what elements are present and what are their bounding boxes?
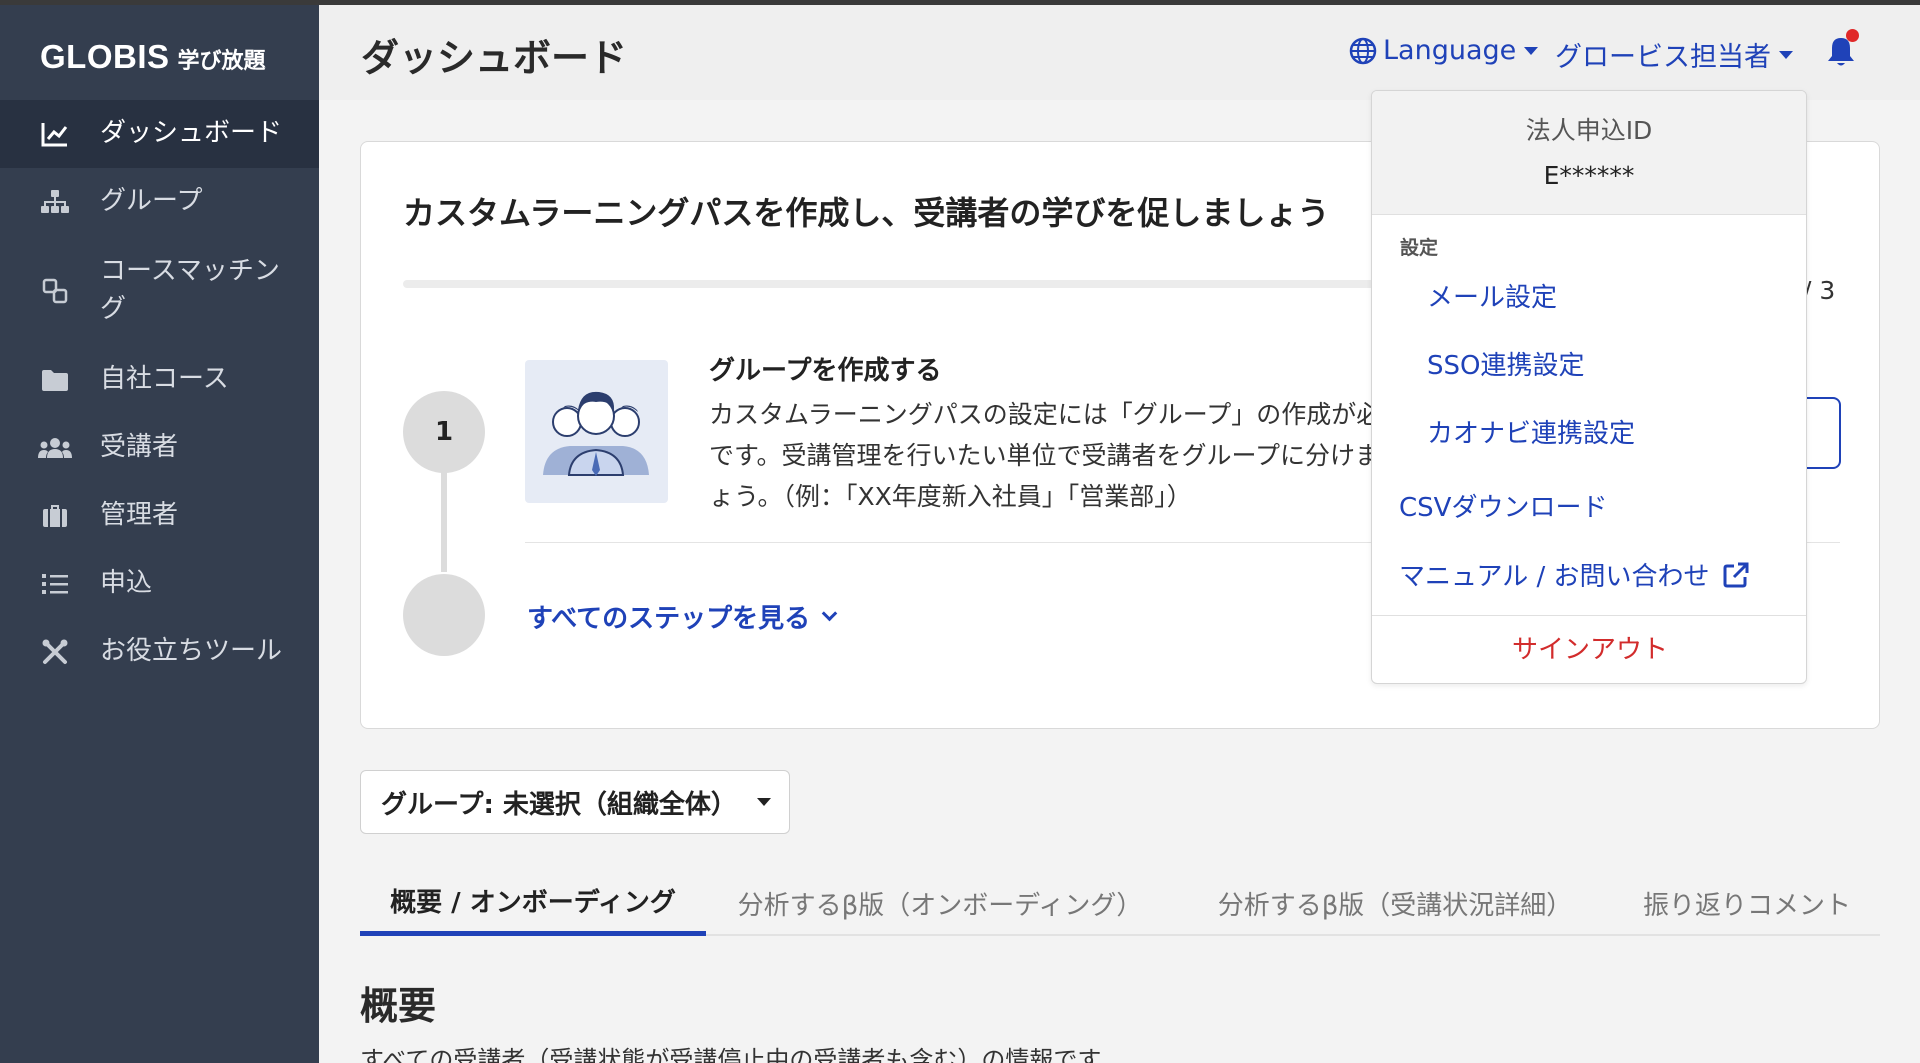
- tab-analyze-details[interactable]: 分析するβ版（受講状況詳細）: [1190, 870, 1600, 936]
- page-title: ダッシュボード: [361, 36, 628, 80]
- see-all-steps-link[interactable]: すべてのステップを見る: [527, 598, 838, 635]
- tab-reflection-comments[interactable]: 振り返りコメント: [1622, 870, 1872, 936]
- briefcase-icon: [38, 499, 72, 533]
- sitemap-icon: [38, 185, 72, 219]
- users-icon: [38, 431, 72, 465]
- sidebar-nav: ダッシュボード グループ コースマッチング 自社コース 受講者 管理者 申込 お…: [0, 100, 319, 686]
- window-top-border: [0, 0, 1920, 5]
- sidebar-item-label: お役立ちツール: [100, 636, 283, 667]
- step-title: グループを作成する: [709, 356, 942, 386]
- group-select-label: グループ: 未選択（組織全体）: [381, 789, 737, 820]
- sidebar-item-label: ダッシュボード: [100, 118, 283, 149]
- user-menu[interactable]: グロービス担当者: [1555, 35, 1793, 74]
- step-description: カスタムラーニングパスの設定には「グループ」の作成が必要です。受講管理を行いたい…: [709, 400, 1407, 511]
- see-all-label: すべてのステップを見る: [527, 604, 811, 634]
- dashboard-tabs: 概要 / オンボーディング 分析するβ版（オンボーディング） 分析するβ版（受講…: [360, 870, 1880, 936]
- caret-down-icon: [1524, 46, 1539, 55]
- sidebar-item-admins[interactable]: 管理者: [0, 482, 319, 550]
- sidebar-item-label: 受講者: [100, 432, 179, 463]
- sidebar-item-dashboard[interactable]: ダッシュボード: [0, 100, 319, 168]
- sidebar-item-groups[interactable]: グループ: [0, 168, 319, 236]
- caret-down-icon: [756, 798, 771, 806]
- sidebar-item-label: グループ: [100, 186, 203, 217]
- sidebar-item-label: 申込: [100, 568, 153, 599]
- sidebar-item-course-matching[interactable]: コースマッチング: [0, 236, 319, 346]
- language-menu[interactable]: Language: [1349, 35, 1539, 66]
- menu-sso-settings[interactable]: SSO連携設定: [1427, 345, 1584, 382]
- sidebar-item-label: 自社コース: [100, 364, 229, 395]
- language-label: Language: [1383, 35, 1517, 66]
- card-title: カスタムラーニングパスを作成し、受講者の学びを促しましょう: [403, 194, 1330, 232]
- tools-icon: [38, 635, 72, 669]
- corporate-id-label: 法人申込ID: [1525, 116, 1653, 145]
- group-illustration: [525, 360, 668, 503]
- sidebar-item-learners[interactable]: 受講者: [0, 414, 319, 482]
- tab-analyze-onboarding[interactable]: 分析するβ版（オンボーディング）: [720, 870, 1160, 936]
- sidebar-item-own-courses[interactable]: 自社コース: [0, 346, 319, 414]
- tab-overview-onboarding[interactable]: 概要 / オンボーディング: [360, 870, 706, 936]
- section-title: 概要: [360, 984, 437, 1028]
- user-dropdown-menu: 法人申込ID E****** 設定 メール設定 SSO連携設定 カオナビ連携設定…: [1371, 90, 1807, 684]
- menu-manual-label: マニュアル / お問い合わせ: [1399, 562, 1710, 592]
- brand-name: GLOBIS: [40, 38, 170, 75]
- create-group-button[interactable]: [1801, 397, 1841, 469]
- step-connector: [441, 472, 447, 572]
- brand-sub: 学び放題: [177, 49, 266, 74]
- chart-line-icon: [38, 117, 72, 151]
- sidebar: GLOBIS 学び放題 ダッシュボード グループ コースマッチング 自社コース: [0, 0, 319, 1063]
- menu-csv-download[interactable]: CSVダウンロード: [1399, 487, 1607, 524]
- step-next-circle: [403, 574, 485, 656]
- menu-kaonavi-settings[interactable]: カオナビ連携設定: [1427, 413, 1635, 450]
- top-header: ダッシュボード Language グロービス担当者: [319, 5, 1920, 100]
- settings-section-label: 設定: [1400, 237, 1439, 259]
- menu-manual-contact[interactable]: マニュアル / お問い合わせ: [1399, 556, 1750, 593]
- user-name: グロービス担当者: [1555, 42, 1771, 73]
- external-link-icon: [1722, 561, 1750, 589]
- notification-dot: [1846, 29, 1859, 42]
- section-description: すべての受講者（受講状態が受講停止中の受講者も含む）の情報です: [360, 1046, 1102, 1063]
- folder-icon: [38, 363, 72, 397]
- chevron-down-icon: [821, 605, 838, 622]
- corporate-id-panel: 法人申込ID E******: [1372, 91, 1806, 215]
- menu-divider: [1372, 615, 1806, 616]
- sidebar-item-tools[interactable]: お役立ちツール: [0, 618, 319, 686]
- sidebar-item-applications[interactable]: 申込: [0, 550, 319, 618]
- sidebar-item-label: コースマッチング: [100, 256, 280, 324]
- matching-icon: [38, 274, 72, 308]
- globe-icon: [1349, 37, 1377, 65]
- step-number-circle: 1: [403, 391, 485, 473]
- sidebar-item-label: 管理者: [100, 500, 179, 531]
- brand-logo[interactable]: GLOBIS 学び放題: [40, 38, 266, 76]
- corporate-id-value: E******: [1543, 161, 1635, 190]
- list-icon: [38, 567, 72, 601]
- menu-sign-out[interactable]: サインアウト: [1372, 629, 1806, 666]
- menu-mail-settings[interactable]: メール設定: [1427, 277, 1557, 314]
- progress-count: / 3: [1803, 276, 1836, 305]
- caret-down-icon: [1779, 50, 1793, 59]
- group-select[interactable]: グループ: 未選択（組織全体）: [360, 770, 790, 834]
